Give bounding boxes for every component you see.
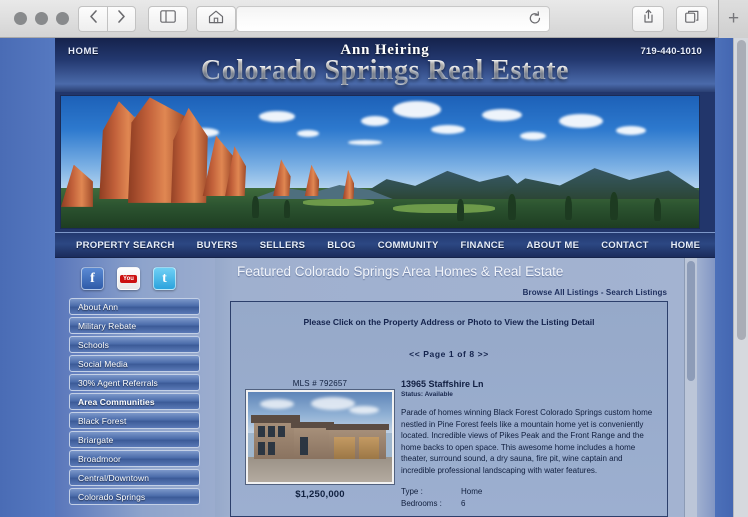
home-button[interactable] <box>196 6 236 32</box>
sidebar-item-central-downtown[interactable]: Central/Downtown <box>69 469 200 486</box>
browser-toolbar: + <box>0 0 748 38</box>
sidebar-item-agent-referrals[interactable]: 30% Agent Referrals <box>69 374 200 391</box>
click-instruction: Please Click on the Property Address or … <box>303 317 595 327</box>
main-content: Featured Colorado Springs Area Homes & R… <box>215 258 697 517</box>
home-icon <box>208 10 224 29</box>
header-phone: 719-440-1010 <box>640 46 702 57</box>
nav-item-buyers[interactable]: BUYERS <box>186 240 249 251</box>
listing-status: Status: Available <box>401 391 453 398</box>
sidebar-item-social-media[interactable]: Social Media <box>69 355 200 372</box>
page-scrollbar[interactable] <box>733 38 748 517</box>
youtube-icon[interactable]: You <box>117 267 140 290</box>
show-sidebar-button[interactable] <box>148 6 188 32</box>
nav-item-contact[interactable]: CONTACT <box>590 240 659 251</box>
window-controls <box>14 12 69 25</box>
sidebar-item-about-ann[interactable]: About Ann <box>69 298 200 315</box>
nav-item-property-search[interactable]: PROPERTY SEARCH <box>65 240 186 251</box>
address-bar[interactable] <box>236 6 550 32</box>
reload-icon[interactable] <box>528 11 542 31</box>
listing-photo[interactable] <box>245 389 395 485</box>
twitter-icon[interactable]: t <box>153 267 176 290</box>
chevron-left-icon <box>88 9 99 29</box>
spec-label-bedrooms: Bedrooms : <box>401 498 442 508</box>
share-button[interactable] <box>632 6 664 32</box>
social-links: f You t <box>81 267 176 290</box>
listing-specs: Type : Home Bedrooms : 6 <box>401 486 657 511</box>
spec-value-type: Home <box>461 486 483 496</box>
content-scrollbar-thumb[interactable] <box>687 261 695 381</box>
spec-label-type: Type : <box>401 486 423 496</box>
spec-row-type: Type : Home <box>401 486 657 498</box>
nav-item-blog[interactable]: BLOG <box>316 240 366 251</box>
site-header: HOME Ann Heiring Colorado Springs Real E… <box>55 38 715 92</box>
listing-description: Parade of homes winning Black Forest Col… <box>401 408 653 475</box>
sidebar-item-colorado-springs[interactable]: Colorado Springs <box>69 488 200 505</box>
listing-detail-column: 13965 Staffshire Ln Status: Available Pa… <box>401 379 667 510</box>
browser-window: + HOME Ann Heiring Colorado Springs Real… <box>0 0 748 517</box>
content-scrollbar[interactable] <box>684 258 697 517</box>
sidebar-item-schools[interactable]: Schools <box>69 336 200 353</box>
zoom-window-button[interactable] <box>56 12 69 25</box>
share-icon <box>642 9 655 29</box>
browse-search-links[interactable]: Browse All Listings - Search Listings <box>523 288 667 297</box>
tab-overview-button[interactable] <box>676 6 708 32</box>
close-window-button[interactable] <box>14 12 27 25</box>
site-body: f You t About Ann Military Rebate School… <box>55 258 715 517</box>
minimize-window-button[interactable] <box>35 12 48 25</box>
nav-item-about-me[interactable]: ABOUT ME <box>516 240 591 251</box>
listing-row: MLS # 792657 $1,250,000 13965 Staffshire… <box>231 379 667 510</box>
hero-banner-image <box>60 95 700 229</box>
chevron-right-icon <box>116 9 127 29</box>
sidebar-item-area-communities[interactable]: Area Communities <box>69 393 200 410</box>
listing-mls-number: MLS # 792657 <box>292 379 348 388</box>
spec-value-bedrooms: 6 <box>461 498 466 508</box>
nav-item-home[interactable]: HOME <box>660 240 712 251</box>
website-container: HOME Ann Heiring Colorado Springs Real E… <box>55 38 715 517</box>
new-tab-button[interactable]: + <box>718 0 748 38</box>
tab-overview-icon <box>685 10 699 29</box>
facebook-icon[interactable]: f <box>81 267 104 290</box>
page-scrollbar-thumb[interactable] <box>737 40 746 340</box>
listing-price: $1,250,000 <box>295 489 345 500</box>
page-title: Featured Colorado Springs Area Homes & R… <box>237 264 564 279</box>
nav-item-finance[interactable]: FINANCE <box>450 240 516 251</box>
nav-item-sellers[interactable]: SELLERS <box>249 240 317 251</box>
listing-photo-column: MLS # 792657 $1,250,000 <box>231 379 401 510</box>
hero-banner-wrap <box>55 92 715 232</box>
sidebar-item-briargate[interactable]: Briargate <box>69 431 200 448</box>
nav-item-community[interactable]: COMMUNITY <box>367 240 450 251</box>
site-title: Colorado Springs Real Estate <box>55 57 715 85</box>
sidebar-item-black-forest[interactable]: Black Forest <box>69 412 200 429</box>
listing-panel: Please Click on the Property Address or … <box>230 301 668 517</box>
main-navigation: PROPERTY SEARCH BUYERS SELLERS BLOG COMM… <box>55 232 715 258</box>
spec-row-bedrooms: Bedrooms : 6 <box>401 498 657 510</box>
listing-address[interactable]: 13965 Staffshire Ln <box>401 379 657 389</box>
sidebar: f You t About Ann Military Rebate School… <box>55 258 215 517</box>
page-viewport: HOME Ann Heiring Colorado Springs Real E… <box>0 38 748 517</box>
sidebar-item-broadmoor[interactable]: Broadmoor <box>69 450 200 467</box>
sidebar-menu: About Ann Military Rebate Schools Social… <box>69 298 200 507</box>
sidebar-item-military-rebate[interactable]: Military Rebate <box>69 317 200 334</box>
back-button[interactable] <box>78 6 107 32</box>
forward-button[interactable] <box>107 6 136 32</box>
pagination[interactable]: << Page 1 of 8 >> <box>231 349 667 359</box>
sidebar-icon <box>160 10 176 28</box>
